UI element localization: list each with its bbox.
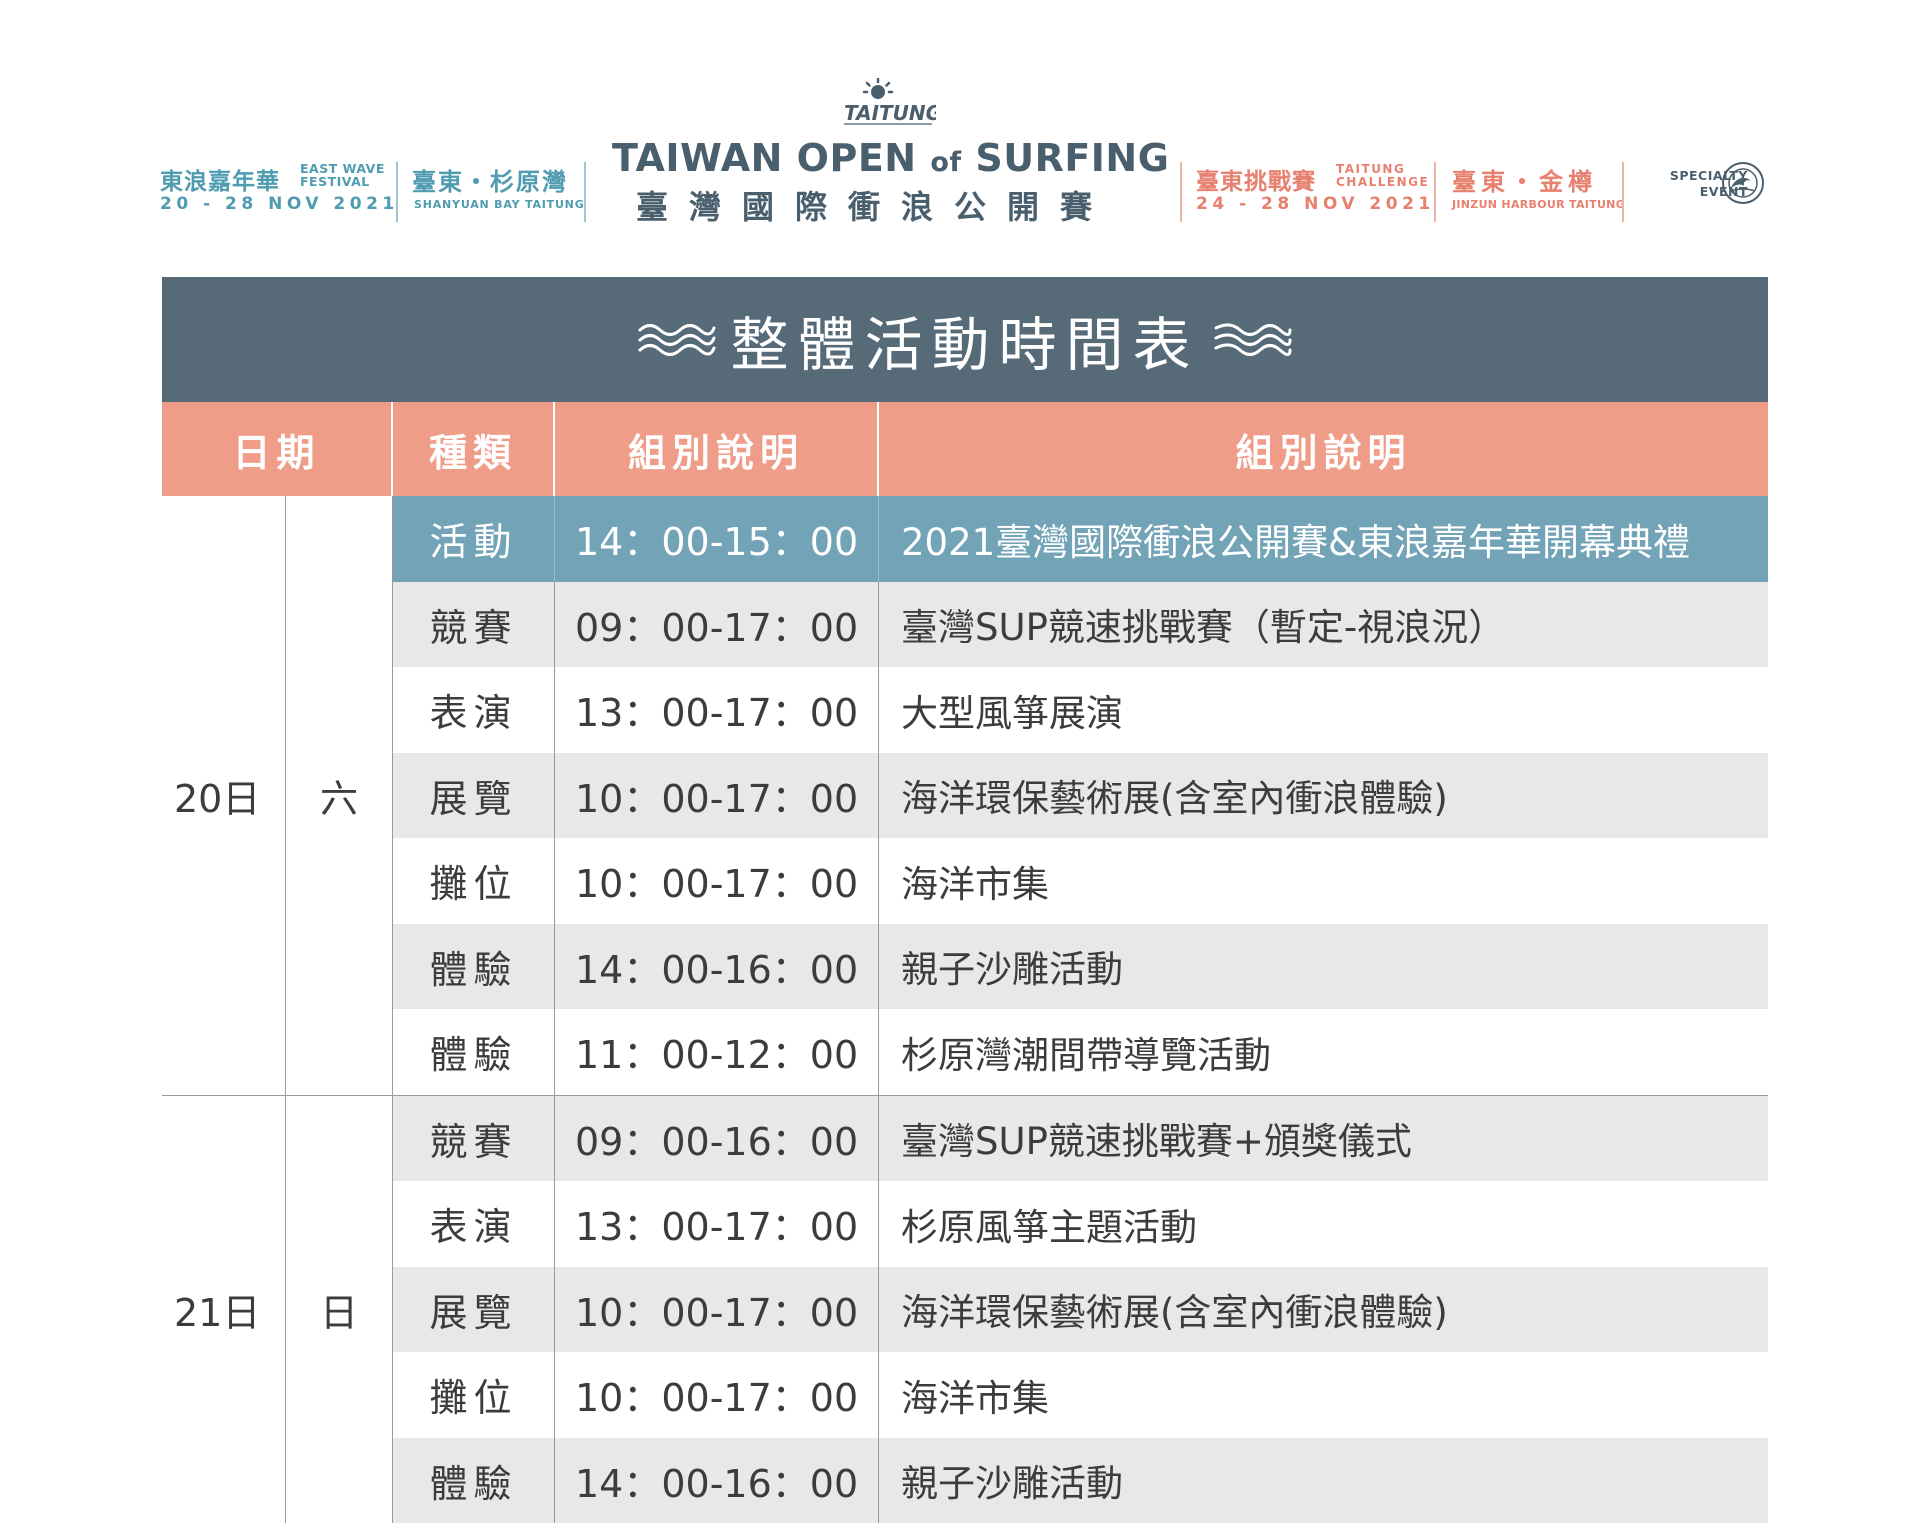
event-time-cell: 13：00-17：00 bbox=[555, 1181, 879, 1267]
event-time-cell: 10：00-17：00 bbox=[555, 838, 879, 924]
day-of-week: 六 bbox=[286, 496, 393, 1095]
table-row: 攤位 10：00-17：00 海洋市集 bbox=[393, 1352, 1768, 1438]
wave-right-icon bbox=[1214, 323, 1291, 356]
event-description-cell: 海洋市集 bbox=[901, 1376, 1049, 1420]
wave-left-icon bbox=[638, 323, 716, 356]
event-description-cell: 臺灣SUP競速挑戰賽+頒獎儀式 bbox=[901, 1120, 1412, 1164]
day-group: 20日六活動 14：00-15：00 2021臺灣國際衝浪公開賽&東浪嘉年華開幕典禮… bbox=[162, 496, 1768, 1095]
event-description-cell: 親子沙雕活動 bbox=[901, 948, 1123, 992]
divider bbox=[584, 162, 586, 222]
event-description-cell: 海洋環保藝術展(含室內衝浪體驗) bbox=[901, 1291, 1448, 1335]
event-description-cell: 親子沙雕活動 bbox=[901, 1462, 1123, 1506]
taitung-logo-icon: TAITUNG bbox=[844, 78, 936, 125]
event-time-cell: 11：00-12：00 bbox=[555, 1009, 879, 1095]
wsl-wave-logo-icon bbox=[1722, 162, 1764, 204]
jinzun-venue-zh: 臺東・金樽 bbox=[1452, 168, 1597, 196]
day-rows: 競賽 09：00-16：00 臺灣SUP競速挑戰賽+頒獎儀式表演 13：00-17：0… bbox=[393, 1095, 1768, 1523]
event-type-cell: 展覽 bbox=[393, 1266, 555, 1352]
event-type-cell: 表演 bbox=[393, 667, 555, 753]
column-header-type: 種類 bbox=[393, 402, 555, 496]
table-row: 展覽 10：00-17：00 海洋環保藝術展(含室內衝浪體驗) bbox=[393, 1266, 1768, 1352]
event-description-cell: 大型風箏展演 bbox=[901, 691, 1123, 735]
table-body: 20日六活動 14：00-15：00 2021臺灣國際衝浪公開賽&東浪嘉年華開幕典禮… bbox=[162, 496, 1768, 1523]
challenge-dates: 24 - 28 NOV 2021 bbox=[1196, 194, 1435, 214]
event-time-cell: 14：00-16：00 bbox=[555, 1437, 879, 1523]
challenge-name-en: TAITUNG CHALLENGE bbox=[1336, 162, 1430, 189]
event-type-cell: 體驗 bbox=[393, 1009, 555, 1095]
column-header-description: 組別說明 bbox=[1235, 430, 1412, 475]
event-time-cell: 13：00-17：00 bbox=[555, 667, 879, 753]
event-type-cell: 展覽 bbox=[393, 752, 555, 838]
event-type-cell: 表演 bbox=[393, 1181, 555, 1267]
day-date: 21日 bbox=[162, 1095, 286, 1523]
day-rows: 活動 14：00-15：00 2021臺灣國際衝浪公開賽&東浪嘉年華開幕典禮競賽 09… bbox=[393, 496, 1768, 1095]
east-wave-name-zh: 東浪嘉年華 bbox=[160, 169, 280, 195]
day-group: 21日日競賽 09：00-16：00 臺灣SUP競速挑戰賽+頒獎儀式表演 13：00-… bbox=[162, 1094, 1768, 1523]
challenge-name-zh: 臺東挑戰賽 bbox=[1196, 169, 1316, 195]
table-row: 展覽 10：00-17：00 海洋環保藝術展(含室內衝浪體驗) bbox=[393, 752, 1768, 838]
event-description-cell: 海洋環保藝術展(含室內衝浪體驗) bbox=[901, 777, 1448, 821]
svg-text:TAITUNG: TAITUNG bbox=[844, 101, 936, 125]
table-row: 體驗 11：00-12：00 杉原灣潮間帶導覽活動 bbox=[393, 1009, 1768, 1095]
column-header-date: 日期 bbox=[162, 402, 393, 496]
divider bbox=[396, 162, 398, 222]
divider bbox=[1622, 162, 1624, 222]
main-title-en: TAIWAN OPEN of SURFING bbox=[612, 136, 1170, 180]
day-date: 20日 bbox=[162, 496, 286, 1095]
event-time-cell: 10：00-17：00 bbox=[555, 1352, 879, 1438]
east-wave-name-en: EAST WAVE FESTIVAL bbox=[300, 161, 385, 189]
event-type-cell: 活動 bbox=[393, 496, 555, 582]
event-time-cell: 14：00-15：00 bbox=[555, 496, 879, 582]
event-description-cell: 杉原風箏主題活動 bbox=[901, 1205, 1197, 1249]
column-header-time: 組別說明 bbox=[555, 402, 879, 496]
main-title-zh: 臺灣國際衝浪公開賽 bbox=[635, 188, 1113, 226]
schedule-table: 整體活動時間表 日期 種類 組別說明 組別說明 20日六活動 14：00-15：0… bbox=[162, 277, 1768, 1523]
table-row: 競賽 09：00-17：00 臺灣SUP競速挑戰賽（暫定-視浪況） bbox=[393, 581, 1768, 667]
table-header-row: 日期 種類 組別說明 組別說明 bbox=[162, 402, 1768, 496]
east-wave-dates: 20 - 28 NOV 2021 bbox=[160, 194, 399, 214]
shanyuan-venue-en: SHANYUAN BAY TAITUNG bbox=[414, 198, 585, 211]
event-time-cell: 09：00-16：00 bbox=[555, 1095, 879, 1181]
day-of-week: 日 bbox=[286, 1095, 393, 1523]
event-description-cell: 臺灣SUP競速挑戰賽（暫定-視浪況） bbox=[901, 606, 1506, 650]
event-type-cell: 攤位 bbox=[393, 1352, 555, 1438]
event-description-cell: 杉原灣潮間帶導覽活動 bbox=[901, 1033, 1271, 1077]
event-time-cell: 10：00-17：00 bbox=[555, 752, 879, 838]
event-type-cell: 攤位 bbox=[393, 838, 555, 924]
shanyuan-venue-zh: 臺東・杉原灣 bbox=[412, 168, 568, 196]
event-time-cell: 10：00-17：00 bbox=[555, 1266, 879, 1352]
divider bbox=[1434, 162, 1436, 222]
event-header: 東浪嘉年華 EAST WAVE FESTIVAL 20 - 28 NOV 202… bbox=[160, 70, 1765, 230]
divider bbox=[1180, 162, 1182, 222]
event-type-cell: 競賽 bbox=[393, 1095, 555, 1181]
event-type-cell: 競賽 bbox=[393, 581, 555, 667]
table-row: 表演 13：00-17：00 杉原風箏主題活動 bbox=[393, 1181, 1768, 1267]
table-row: 表演 13：00-17：00 大型風箏展演 bbox=[393, 667, 1768, 753]
table-row: 活動 14：00-15：00 2021臺灣國際衝浪公開賽&東浪嘉年華開幕典禮 bbox=[393, 496, 1768, 582]
table-title: 整體活動時間表 bbox=[730, 310, 1200, 379]
event-description-cell: 2021臺灣國際衝浪公開賽&東浪嘉年華開幕典禮 bbox=[901, 520, 1691, 564]
table-row: 競賽 09：00-16：00 臺灣SUP競速挑戰賽+頒獎儀式 bbox=[393, 1095, 1768, 1181]
table-row: 攤位 10：00-17：00 海洋市集 bbox=[393, 838, 1768, 924]
event-time-cell: 14：00-16：00 bbox=[555, 923, 879, 1009]
table-row: 體驗 14：00-16：00 親子沙雕活動 bbox=[393, 1437, 1768, 1523]
event-description-cell: 海洋市集 bbox=[901, 862, 1049, 906]
table-title-banner: 整體活動時間表 bbox=[162, 277, 1768, 402]
table-row: 體驗 14：00-16：00 親子沙雕活動 bbox=[393, 923, 1768, 1009]
event-time-cell: 09：00-17：00 bbox=[555, 581, 879, 667]
event-type-cell: 體驗 bbox=[393, 923, 555, 1009]
jinzun-venue-en: JINZUN HARBOUR TAITUNG bbox=[1452, 198, 1626, 211]
event-type-cell: 體驗 bbox=[393, 1437, 555, 1523]
